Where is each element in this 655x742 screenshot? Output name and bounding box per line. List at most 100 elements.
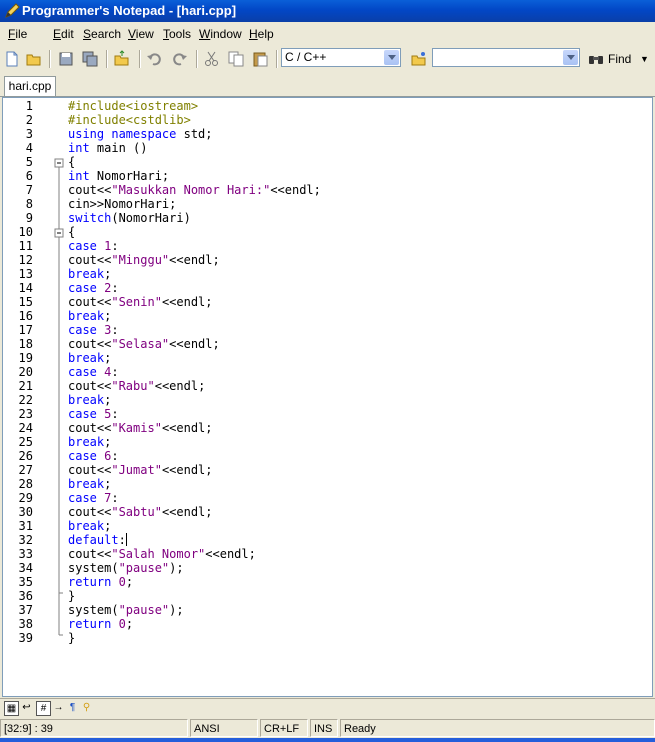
menu-file[interactable]: File	[8, 25, 27, 44]
code-line[interactable]: break;	[68, 477, 111, 491]
menu-edit[interactable]: Edit	[53, 25, 74, 44]
code-line[interactable]: cout<<"Sabtu"<<endl;	[68, 505, 213, 519]
code-text: <<endl;	[169, 253, 220, 267]
menu-bar: File Edit Search View Tools Window Help	[0, 25, 655, 44]
redo-icon[interactable]	[170, 50, 188, 68]
line-number: 24	[18, 421, 33, 435]
code-line[interactable]: int main ()	[68, 141, 147, 155]
code-line[interactable]: cout<<"Kamis"<<endl;	[68, 421, 213, 435]
code-text: ;	[104, 309, 112, 323]
key-icon[interactable]: ⚲	[80, 701, 93, 714]
code-line[interactable]: using namespace std;	[68, 127, 213, 141]
cut-icon[interactable]	[203, 50, 221, 68]
code-literal: "Senin"	[111, 295, 162, 309]
code-line[interactable]: system("pause");	[68, 603, 184, 617]
scheme-select[interactable]: C / C++	[281, 48, 401, 67]
jump-folder-icon[interactable]	[410, 50, 428, 68]
chevron-down-icon[interactable]	[384, 50, 399, 65]
code-text: <<endl;	[205, 547, 256, 561]
save-all-icon[interactable]	[81, 50, 99, 68]
code-line[interactable]: case 3:	[68, 323, 119, 337]
tab-hari-cpp[interactable]: hari.cpp	[4, 76, 56, 96]
code-line[interactable]: cout<<"Masukkan Nomor Hari:"<<endl;	[68, 183, 321, 197]
code-line[interactable]: cin>>NomorHari;	[68, 197, 176, 211]
menu-window[interactable]: Window	[199, 25, 242, 44]
status-mode[interactable]: INS	[310, 719, 338, 737]
code-line[interactable]: default:	[68, 533, 127, 547]
code-line[interactable]: case 7:	[68, 491, 119, 505]
code-line[interactable]: case 6:	[68, 449, 119, 463]
code-line[interactable]: case 1:	[68, 239, 119, 253]
code-line[interactable]: {	[68, 225, 75, 239]
code-line[interactable]: break;	[68, 393, 111, 407]
chevron-down-icon[interactable]: ▼	[640, 50, 649, 68]
line-number: 9	[25, 211, 33, 225]
code-line[interactable]: #include<cstdlib>	[68, 113, 191, 127]
code-line[interactable]: {	[68, 155, 75, 169]
menu-file-label: File	[8, 27, 28, 41]
code-line[interactable]: #include<iostream>	[68, 99, 198, 113]
code-line[interactable]: int NomorHari;	[68, 169, 169, 183]
code-line[interactable]: case 2:	[68, 281, 119, 295]
code-line[interactable]: cout<<"Salah Nomor"<<endl;	[68, 547, 256, 561]
wrap-icon[interactable]: ↩	[20, 701, 33, 714]
code-text: ;	[104, 267, 112, 281]
copy-icon[interactable]	[227, 50, 245, 68]
line-number: 29	[18, 491, 33, 505]
undo-icon[interactable]	[146, 50, 164, 68]
line-number: 16	[18, 309, 33, 323]
code-text: cout<<	[68, 463, 112, 477]
grid-icon[interactable]: ▦	[4, 701, 19, 716]
code-line[interactable]: cout<<"Jumat"<<endl;	[68, 463, 213, 477]
status-line-ending[interactable]: CR+LF	[260, 719, 308, 737]
export-icon[interactable]	[113, 50, 131, 68]
menu-view[interactable]: View	[128, 25, 154, 44]
code-line[interactable]: break;	[68, 309, 111, 323]
code-line[interactable]: case 4:	[68, 365, 119, 379]
search-combo[interactable]	[432, 48, 580, 67]
code-text: system(	[68, 561, 119, 575]
code-line[interactable]: switch(NomorHari)	[68, 211, 191, 225]
code-line[interactable]: cout<<"Selasa"<<endl;	[68, 337, 220, 351]
save-icon[interactable]	[57, 50, 75, 68]
line-number: 33	[18, 547, 33, 561]
new-file-icon[interactable]	[3, 50, 21, 68]
code-line[interactable]: cout<<"Senin"<<endl;	[68, 295, 213, 309]
line-number: 30	[18, 505, 33, 519]
paste-icon[interactable]	[251, 50, 269, 68]
code-line[interactable]: break;	[68, 519, 111, 533]
arrow-right-icon[interactable]: →	[52, 701, 65, 714]
chevron-down-icon[interactable]	[563, 50, 578, 65]
scheme-select-value: C / C++	[285, 50, 327, 64]
line-number: 5	[25, 155, 33, 169]
code-line[interactable]: break;	[68, 351, 111, 365]
code-line[interactable]: }	[68, 631, 75, 645]
code-preprocessor: #include<cstdlib>	[68, 113, 191, 127]
menu-tools[interactable]: Tools	[163, 25, 191, 44]
open-folder-icon[interactable]	[25, 50, 43, 68]
code-line[interactable]: break;	[68, 435, 111, 449]
code-line[interactable]: break;	[68, 267, 111, 281]
pilcrow-icon[interactable]: ¶	[66, 701, 79, 714]
code-line[interactable]: system("pause");	[68, 561, 184, 575]
code-text: cout<<	[68, 183, 112, 197]
code-line[interactable]: return 0;	[68, 575, 133, 589]
code-line[interactable]: case 5:	[68, 407, 119, 421]
code-keyword: case	[68, 449, 97, 463]
menu-search[interactable]: Search	[83, 25, 121, 44]
code-literal: 0	[118, 617, 126, 631]
code-text: cout<<	[68, 295, 112, 309]
line-number: 6	[25, 169, 33, 183]
hash-icon[interactable]: #	[36, 701, 51, 716]
status-encoding[interactable]: ANSI	[190, 719, 258, 737]
line-number: 37	[18, 603, 33, 617]
code-line[interactable]: return 0;	[68, 617, 133, 631]
status-position: [32:9] : 39	[0, 719, 188, 737]
code-line[interactable]: cout<<"Minggu"<<endl;	[68, 253, 220, 267]
code-line[interactable]: }	[68, 589, 75, 603]
code-line[interactable]: cout<<"Rabu"<<endl;	[68, 379, 205, 393]
code-text: cout<<	[68, 253, 112, 267]
code-editor[interactable]: 1 #include<iostream> 2 #include<cstdlib> 3 us…	[2, 97, 653, 697]
menu-help[interactable]: Help	[249, 25, 274, 44]
